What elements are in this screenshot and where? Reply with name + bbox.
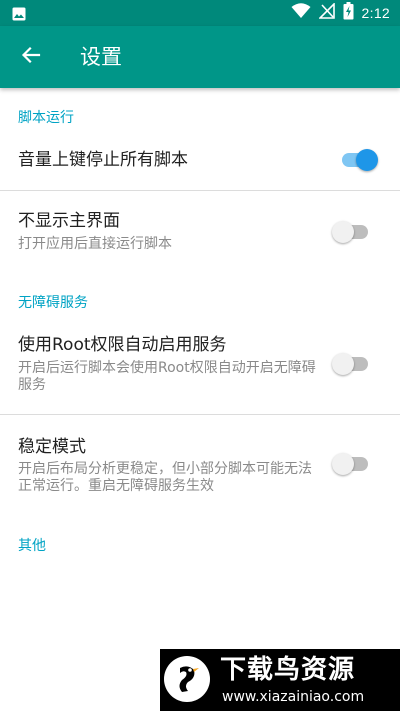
- pref-title: 稳定模式: [18, 437, 86, 457]
- watermark: 下载鸟资源 www.xiazainiao.com: [160, 649, 400, 711]
- volume-stop-switch[interactable]: [338, 148, 378, 172]
- pref-title: 音量上键停止所有脚本: [18, 150, 188, 170]
- watermark-url: www.xiazainiao.com: [222, 689, 365, 705]
- section-header-other: 其他: [18, 538, 46, 554]
- switch-thumb: [332, 453, 354, 475]
- page-title: 设置: [80, 45, 122, 69]
- back-button[interactable]: [14, 40, 48, 74]
- status-bar: 2:12: [0, 0, 400, 26]
- image-icon: [12, 6, 26, 25]
- section-header-script-run: 脚本运行: [18, 110, 74, 126]
- pref-summary: 开启后运行脚本会使用Root权限自动开启无障碍服务: [18, 360, 316, 393]
- watermark-text: 下载鸟资源: [220, 655, 356, 685]
- root-auto-switch[interactable]: [332, 352, 372, 376]
- switch-thumb: [356, 149, 378, 171]
- pref-title: 使用Root权限自动启用服务: [18, 335, 227, 355]
- pref-hide-main-screen[interactable]: 不显示主界面 打开应用后直接运行脚本: [0, 191, 400, 271]
- no-signal-icon: [317, 2, 335, 23]
- hide-main-switch[interactable]: [332, 220, 372, 244]
- pref-title: 不显示主界面: [18, 211, 120, 231]
- pref-stable-mode[interactable]: 稳定模式 开启后布局分析更稳定，但小部分脚本可能无法正常运行。重启无障碍服务生效: [0, 415, 400, 511]
- wifi-icon: [291, 3, 311, 23]
- bird-logo-icon: [164, 656, 210, 702]
- status-icons: 2:12: [283, 2, 390, 24]
- switch-thumb: [332, 353, 354, 375]
- stable-mode-switch[interactable]: [332, 452, 372, 476]
- status-time: 2:12: [361, 5, 390, 21]
- arrow-back-icon: [21, 45, 41, 69]
- section-header-accessibility: 无障碍服务: [18, 295, 88, 311]
- switch-thumb: [332, 221, 354, 243]
- pref-root-auto-enable[interactable]: 使用Root权限自动启用服务 开启后运行脚本会使用Root权限自动开启无障碍服务: [0, 320, 400, 414]
- pref-summary: 打开应用后直接运行脚本: [18, 236, 172, 252]
- pref-volume-up-stop-scripts[interactable]: 音量上键停止所有脚本: [0, 134, 400, 190]
- app-bar: 设置: [0, 26, 400, 88]
- pref-summary: 开启后布局分析更稳定，但小部分脚本可能无法正常运行。重启无障碍服务生效: [18, 461, 312, 494]
- battery-charging-icon: [343, 2, 354, 24]
